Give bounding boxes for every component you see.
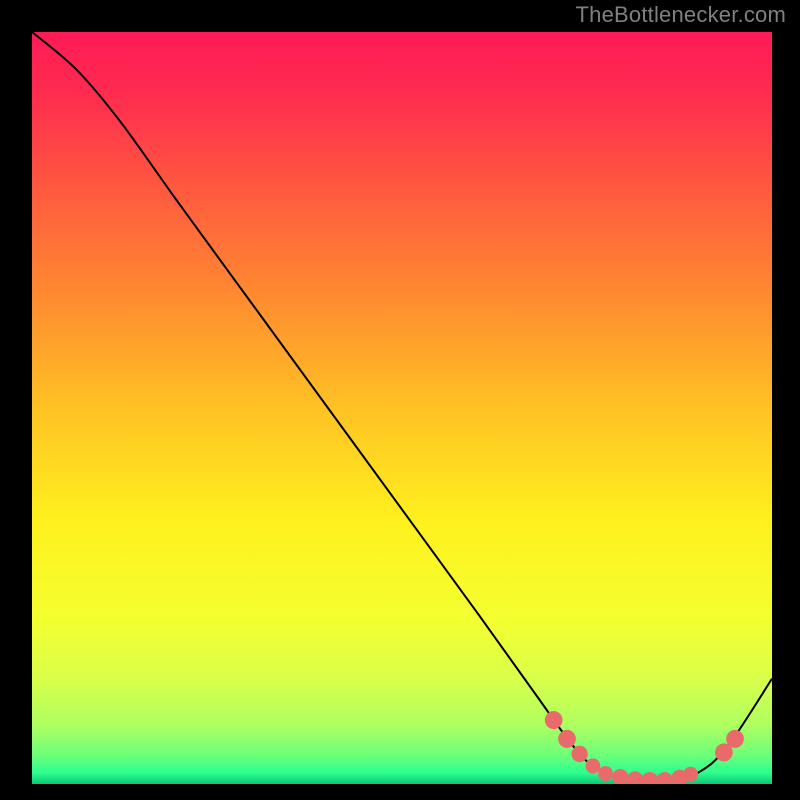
curve-marker xyxy=(598,766,613,781)
curve-marker xyxy=(586,758,601,773)
curve-marker xyxy=(545,711,563,729)
curve-marker xyxy=(558,730,576,748)
chart-stage: TheBottlenecker.com xyxy=(0,0,800,800)
plot-area xyxy=(32,32,772,784)
attribution-label: TheBottlenecker.com xyxy=(576,2,786,28)
chart-svg xyxy=(32,32,772,784)
curve-marker xyxy=(726,730,744,748)
curve-marker xyxy=(683,767,698,782)
curve-marker xyxy=(571,746,587,763)
gradient-background xyxy=(32,32,772,784)
